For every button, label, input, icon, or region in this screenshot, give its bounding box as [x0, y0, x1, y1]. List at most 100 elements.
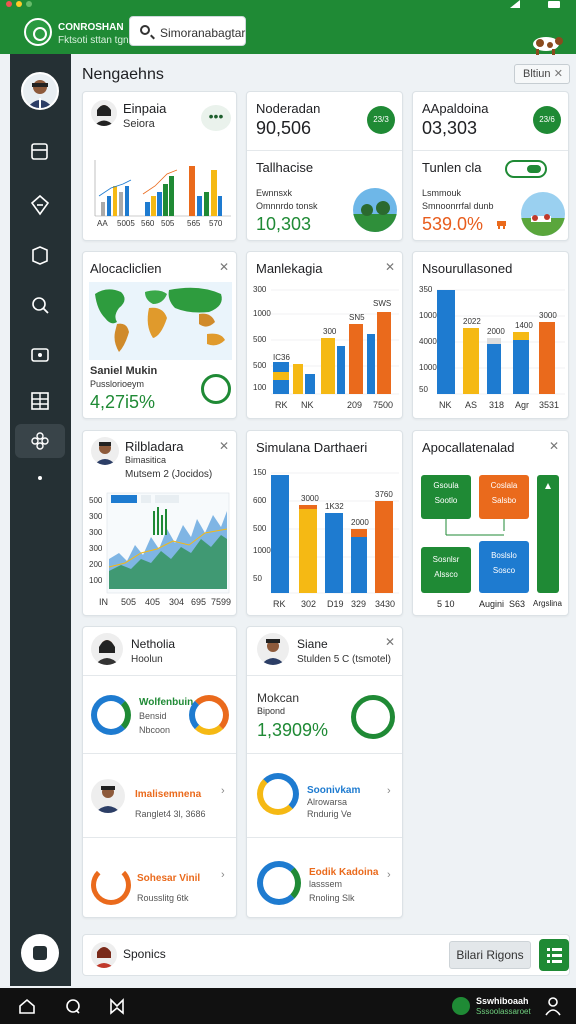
y-tick: 100 — [89, 576, 103, 585]
x-tick: 304 — [169, 597, 184, 607]
system-nav-bar: Sswhiboaah Sssoolassaroet — [0, 988, 576, 1024]
card-rilbladara[interactable]: Rilbladara Bimasitica Mutsem 2 (Jocidos)… — [82, 430, 237, 616]
y-tick: 500 — [253, 524, 267, 533]
more-dot-icon — [38, 476, 42, 480]
package-icon[interactable] — [29, 244, 51, 266]
x-tick: NK — [439, 400, 452, 410]
grid-icon[interactable] — [29, 390, 51, 412]
brand-nav-icon[interactable] — [452, 997, 470, 1015]
row-title[interactable]: Eodik Kadoina — [309, 867, 378, 878]
row-sub: Ranglet4 3l, 3686 — [135, 809, 206, 819]
sheet-action-button[interactable]: Bilari Rigons — [449, 941, 531, 969]
row-title[interactable]: Sohesar Vinil — [137, 873, 200, 884]
cow-icon[interactable] — [528, 32, 564, 56]
card-siane[interactable]: Siane Stulden 5 C (tsmotel) ✕ Mokcan Bip… — [246, 626, 403, 918]
bar-label: 2000 — [351, 518, 369, 527]
bookmark-icon[interactable] — [108, 997, 126, 1015]
card-sub: Lsmmouk — [422, 188, 462, 198]
close-icon[interactable]: ✕ — [219, 439, 229, 453]
avatar — [91, 437, 119, 465]
dot-yellow-icon — [16, 1, 22, 7]
x-tick: IN — [99, 597, 108, 607]
bar-label: IC36 — [273, 353, 290, 362]
card-label: Saniel Mukin — [90, 365, 158, 377]
mini-bar-chart: AA 5005 560 505 565 570 — [94, 160, 231, 228]
row-sub: Rnoling Slk — [309, 893, 355, 903]
close-icon[interactable]: ✕ — [549, 439, 559, 453]
card-apocallatenalad[interactable]: Apocallatenalad ✕ Gsoula Sootlo Coslala Sa… — [412, 430, 569, 616]
toggle-switch[interactable] — [505, 160, 547, 178]
bar-label: 3000 — [301, 494, 319, 503]
y-tick: 500 — [89, 496, 103, 505]
row-sub: Bensid — [139, 711, 167, 721]
cow-icon — [497, 221, 506, 229]
tick-label: 5005 — [117, 219, 135, 228]
tick-label: 570 — [209, 219, 223, 228]
brand-subtitle: Fktsoti sttan tgn — [58, 35, 129, 46]
top-filter-button[interactable]: Bltiun ✕ — [514, 64, 570, 84]
x-tick: 7500 — [373, 400, 393, 410]
bar-label: 2000 — [487, 327, 505, 336]
card-manlekagia[interactable]: Manlekagia ✕ 300 1000 500 500 100 IC36 3… — [246, 251, 403, 419]
list-view-button[interactable] — [539, 939, 569, 971]
chevron-right-icon[interactable]: › — [221, 869, 225, 881]
battery-icon — [548, 1, 560, 8]
card-sub: Omnnrdo tonsk — [256, 201, 318, 211]
sheet-label: Sponics — [123, 947, 166, 961]
bar-label: 3760 — [375, 490, 393, 499]
home-icon[interactable] — [18, 997, 36, 1015]
status-badge: 23/6 — [533, 106, 561, 134]
flow-footer: Augini — [479, 599, 505, 609]
flower-icon[interactable] — [29, 430, 51, 452]
row-title[interactable]: Imalisemnena — [135, 789, 201, 800]
close-icon[interactable]: ✕ — [219, 260, 229, 274]
card-label: Tallhacise — [256, 160, 314, 175]
window-dots — [6, 1, 32, 7]
clipboard-icon[interactable] — [29, 140, 51, 162]
list-icon — [547, 948, 562, 963]
bar-label: 2022 — [463, 317, 481, 326]
more-menu-button[interactable]: ••• — [201, 105, 231, 131]
divider — [247, 150, 402, 151]
search-icon[interactable] — [29, 294, 51, 316]
row-title[interactable]: Wolfenbuin — [139, 697, 193, 708]
bar-label: 300 — [323, 327, 337, 336]
close-icon[interactable]: ✕ — [385, 635, 395, 649]
tick-label: AA — [97, 219, 108, 228]
card-netholia[interactable]: Netholia Hoolun Wolfenbuin Bensid Nbcoon… — [82, 626, 237, 918]
card-title: Netholia — [131, 637, 176, 651]
x-tick: D19 — [327, 599, 344, 609]
card-noderadan[interactable]: Noderadan 90,506 23/3 Tallhacise Ewnnsxk… — [246, 91, 403, 241]
row-title[interactable]: Soonivkam — [307, 785, 360, 796]
user-avatar[interactable] — [21, 72, 59, 110]
x-tick: 7599 — [211, 597, 231, 607]
brand-logo-icon[interactable] — [24, 18, 52, 46]
card-label: Tunlen cla — [422, 160, 482, 175]
card-aapaldoina[interactable]: AApaldoina 03,303 23/6 Tunlen cla Lsmmou… — [412, 91, 569, 241]
close-icon[interactable]: ✕ — [385, 260, 395, 274]
search-input[interactable]: Simoranabagtar — [160, 26, 245, 40]
chevron-right-icon[interactable]: › — [387, 785, 391, 797]
chat-icon[interactable] — [64, 997, 82, 1015]
leaf-badge-icon — [201, 374, 231, 404]
card-nsourullasoned[interactable]: Nsourullasoned 350 1000 4000 1000 50 202… — [412, 251, 569, 419]
profile-icon[interactable] — [544, 996, 562, 1016]
settings-button[interactable] — [21, 934, 59, 972]
card-alocacliclien[interactable]: Alocacliclien ✕ Saniel Mukin Pusslorioey… — [82, 251, 237, 419]
chevron-right-icon[interactable]: › — [221, 785, 225, 797]
chevron-right-icon[interactable]: › — [387, 869, 391, 881]
x-tick: 505 — [121, 597, 136, 607]
card-einpaia[interactable]: Einpaia Seiora ••• AA 5005 560 505 565 5… — [82, 91, 237, 241]
tick-label: 505 — [161, 219, 175, 228]
close-icon[interactable]: ✕ — [554, 65, 563, 83]
card-title: Einpaia — [123, 101, 167, 116]
y-tick: 1000 — [253, 546, 271, 555]
leaf-icon[interactable] — [29, 194, 51, 216]
card-simulana[interactable]: Simulana Darthaeri 150 600 500 1000 50 3… — [246, 430, 403, 616]
tick-label: 565 — [187, 219, 201, 228]
x-tick: RK — [275, 400, 288, 410]
search-box[interactable]: Simoranabagtar — [129, 16, 246, 46]
camera-icon[interactable] — [29, 344, 51, 366]
card-sub: Pusslorioeym — [90, 379, 145, 389]
nav-brand-title: Sswhiboaah — [476, 996, 529, 1006]
